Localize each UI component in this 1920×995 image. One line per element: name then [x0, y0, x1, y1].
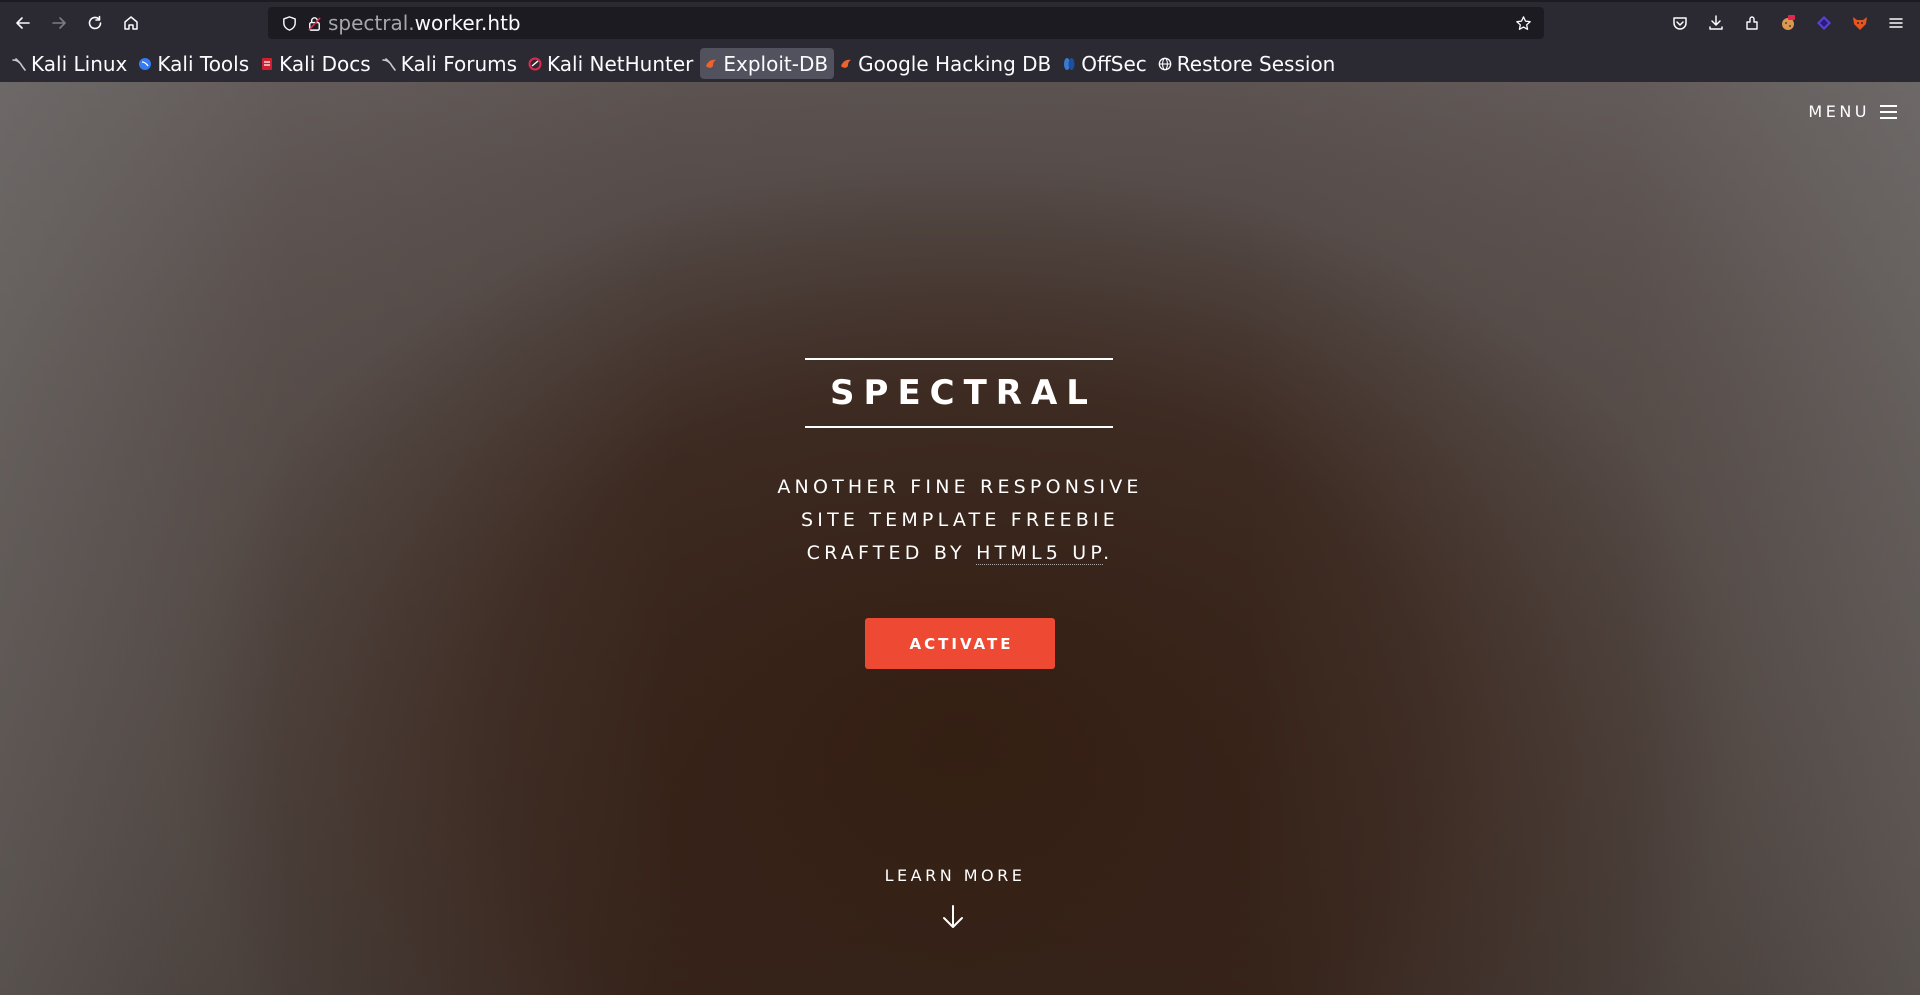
navigation-toolbar: spectral.worker.htb [0, 0, 1920, 45]
forward-button[interactable] [44, 8, 74, 38]
bookmark-restore-session[interactable]: Restore Session [1154, 48, 1342, 79]
kali-dragon-icon [381, 57, 396, 71]
browser-chrome: spectral.worker.htb Kali Linux Kali Tool… [0, 0, 1920, 82]
cookie-extension-button[interactable] [1775, 10, 1801, 36]
hero-title: SPECTRAL [830, 373, 1097, 413]
learn-more-link[interactable]: LEARN MORE [810, 866, 1100, 885]
bookmark-google-hacking-db[interactable]: Google Hacking DB [835, 48, 1057, 79]
home-icon [124, 16, 138, 30]
pocket-button[interactable] [1667, 10, 1693, 36]
subtitle-line-1: ANOTHER FINE RESPONSIVE [777, 476, 1143, 498]
bookmark-label: OffSec [1081, 51, 1147, 76]
bookmark-exploit-db[interactable]: Exploit-DB [700, 48, 835, 79]
lock-icon[interactable] [305, 14, 323, 32]
html5up-link[interactable]: HTML5 UP [976, 542, 1104, 565]
url-text[interactable]: spectral.worker.htb [328, 12, 521, 34]
cookie-extension-icon [1782, 15, 1795, 30]
offsec-icon [1062, 57, 1076, 71]
kali-docs-icon [260, 57, 274, 71]
exploitdb-icon [839, 57, 853, 71]
url-subdomain: spectral. [328, 11, 415, 35]
bookmark-offsec[interactable]: OffSec [1058, 48, 1153, 79]
back-button[interactable] [8, 8, 38, 38]
site-menu-button[interactable]: MENU [1808, 102, 1898, 121]
bookmark-label: Kali Tools [157, 51, 250, 76]
bookmark-kali-nethunter[interactable]: Kali NetHunter [524, 48, 699, 79]
bookmark-label: Kali Docs [279, 51, 371, 76]
page-content: MENU SPECTRAL ANOTHER FINE RESPONSIVE SI… [0, 82, 1920, 995]
extensions-icon [1746, 16, 1758, 30]
menu-hamburger-icon [1880, 104, 1898, 120]
home-button[interactable] [116, 8, 146, 38]
menu-label: MENU [1808, 102, 1870, 121]
url-domain: worker.htb [414, 11, 521, 35]
bookmark-label: Restore Session [1176, 51, 1336, 76]
forward-icon [52, 17, 66, 29]
downloads-button[interactable] [1703, 10, 1729, 36]
subtitle-line-3-suffix: . [1103, 542, 1114, 564]
bookmark-label: Google Hacking DB [858, 51, 1052, 76]
arrow-down-icon[interactable] [938, 902, 968, 932]
subtitle-line-3: CRAFTED BY HTML5 UP. [660, 537, 1260, 570]
bookmark-label: Kali Forums [400, 51, 518, 76]
back-icon [16, 17, 30, 29]
bookmark-label: Kali Linux [31, 51, 128, 76]
purple-extension-icon [1817, 16, 1831, 30]
hero-subtitle: ANOTHER FINE RESPONSIVE SITE TEMPLATE FR… [660, 471, 1260, 570]
bookmark-kali-docs[interactable]: Kali Docs [256, 48, 377, 79]
download-icon [1709, 15, 1723, 30]
pocket-icon [1673, 17, 1687, 30]
url-bar[interactable]: spectral.worker.htb [268, 7, 1544, 39]
kali-tools-icon [138, 57, 152, 71]
subtitle-line-2: SITE TEMPLATE FREEBIE [801, 509, 1119, 531]
kali-dragon-icon [12, 57, 26, 71]
shield-icon[interactable] [280, 14, 298, 32]
hero-title-box: SPECTRAL [805, 358, 1113, 428]
bookmark-label: Kali NetHunter [547, 51, 694, 76]
bookmark-kali-tools[interactable]: Kali Tools [134, 48, 255, 79]
reload-icon [88, 15, 102, 30]
star-icon[interactable] [1514, 14, 1532, 32]
bookmarks-toolbar: Kali Linux Kali Tools Kali Docs Kali For… [0, 45, 1920, 82]
fox-extension-icon [1853, 17, 1867, 30]
bookmark-label: Exploit-DB [723, 51, 829, 76]
globe-icon [1158, 57, 1172, 71]
bookmark-kali-forums[interactable]: Kali Forums [378, 48, 523, 79]
activate-button[interactable]: ACTIVATE [865, 618, 1055, 669]
app-menu-button[interactable] [1883, 10, 1909, 36]
fox-extension-button[interactable] [1847, 10, 1873, 36]
hamburger-menu-icon [1889, 18, 1903, 28]
reload-button[interactable] [80, 8, 110, 38]
exploitdb-icon [704, 57, 718, 71]
purple-extension-button[interactable] [1811, 10, 1837, 36]
nethunter-icon [528, 57, 542, 71]
subtitle-line-3-prefix: CRAFTED BY [806, 542, 977, 564]
bookmark-kali-linux[interactable]: Kali Linux [8, 48, 133, 79]
extensions-button[interactable] [1739, 10, 1765, 36]
